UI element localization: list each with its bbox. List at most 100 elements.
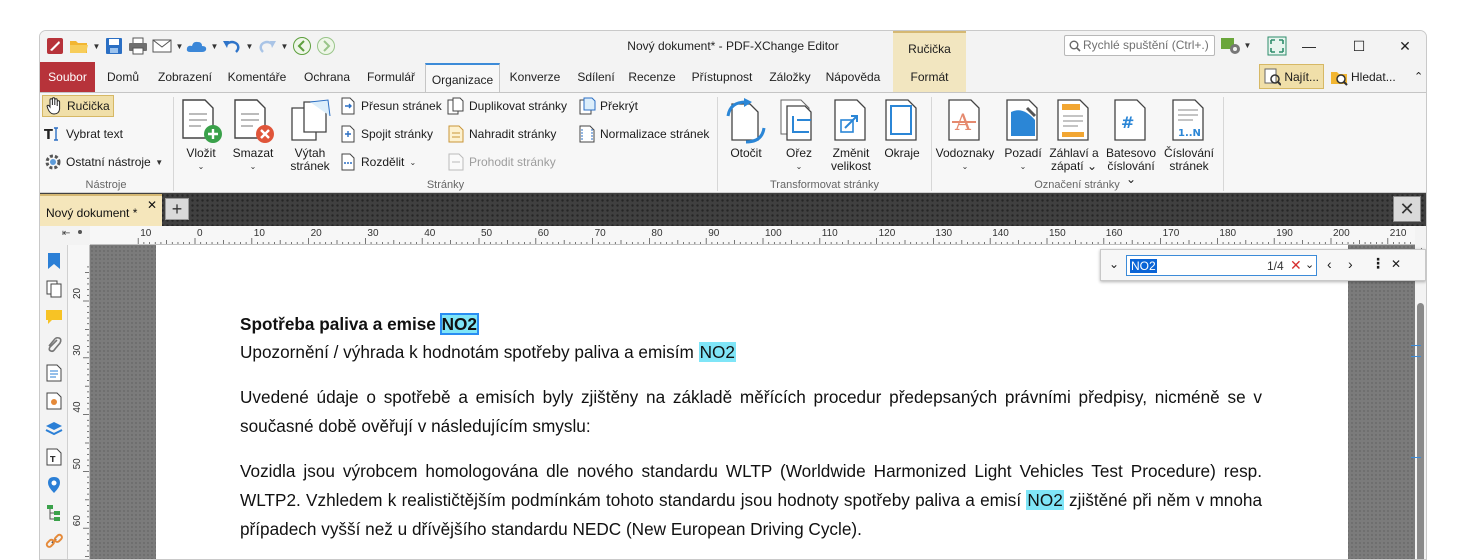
maximize-button[interactable]: ☐ [1336,31,1382,61]
tab-view[interactable]: Zobrazení [154,62,216,92]
signatures-icon[interactable] [44,391,64,411]
find-result-count: 1/4 [1267,259,1284,273]
tab-convert[interactable]: Konverze [506,62,564,92]
bates-numbering-button[interactable]: # Batesovo číslování ⌄ [1102,97,1160,186]
bookmarks-icon[interactable] [44,251,64,271]
insert-pages-button[interactable]: Vložit ⌄ [176,97,226,173]
ruler-label: 50 [72,458,83,470]
background-button[interactable]: Pozadí ⌄ [998,97,1048,173]
attachments-icon[interactable] [44,335,64,355]
destinations-icon[interactable] [44,475,64,495]
delete-label: Smazat [232,146,274,160]
split-pages-button[interactable]: Rozdělit ⌄ [339,151,417,173]
header-footer-label-2: zápatí ⌄ [1050,159,1098,173]
scrollbar-thumb[interactable] [1417,303,1424,559]
tab-help[interactable]: Nápověda [822,62,884,92]
chevron-down-icon[interactable]: ▼ [1243,41,1252,50]
ruler-label: 0 [197,228,203,239]
select-text-button[interactable]: T Vybrat text [44,123,123,145]
replace-pages-button[interactable]: Nahradit stránky [447,123,556,145]
find-button[interactable]: Najít... [1259,64,1324,89]
ruler-marker-icon [78,230,82,234]
close-find-button[interactable]: ✕ [1391,257,1401,271]
normalize-pages-button[interactable]: Normalizace stránek [578,123,709,145]
comments-icon[interactable] [44,307,64,327]
find-options-chevron-icon[interactable]: ⌄ [1109,257,1119,271]
new-tab-button[interactable]: + [165,198,189,220]
find-label: Najít... [1284,69,1319,84]
group-label-tools: Nástroje [85,179,127,191]
other-tools-button[interactable]: Ostatní nástroje ▼ [44,151,164,173]
watermark-icon: A [942,97,988,145]
tags-icon[interactable]: T [44,447,64,467]
tab-protect[interactable]: Ochrana [300,62,354,92]
chevron-down-icon: ⌄ [795,162,803,171]
more-options-icon[interactable]: ⋮ [1371,255,1385,272]
thumbnails-icon[interactable] [44,279,64,299]
tab-bookmarks[interactable]: Záložky [764,62,816,92]
find-toolbar: ⌄ NO2 1/4 ✕ ⌄ ‹ › ⋮ ✕ [1100,249,1426,281]
vertical-scrollbar[interactable]: ▲ [1415,245,1426,559]
svg-text:#: # [1121,113,1134,132]
crop-icon [776,97,822,145]
move-pages-button[interactable]: Přesun stránek [339,95,442,117]
settings-gear-icon[interactable] [1220,35,1242,57]
tab-file[interactable]: Soubor [40,62,95,92]
tab-comments[interactable]: Komentáře [224,62,290,92]
delete-pages-button[interactable]: Smazat ⌄ [228,97,278,173]
hand-tool-button[interactable]: Ručička [42,95,114,117]
ruler-label: 30 [367,228,379,239]
rotate-icon [723,97,769,145]
resize-icon [828,97,874,145]
next-result-button[interactable]: › [1348,256,1353,272]
close-window-button[interactable]: ✕ [1382,31,1426,61]
ruler-label: 30 [72,344,83,356]
page-numbering-button[interactable]: 1..N Číslování stránek [1162,97,1216,173]
search-button[interactable]: Hledat... [1326,64,1404,89]
duplicate-pages-button[interactable]: Duplikovat stránky [447,95,567,117]
content-icon[interactable] [44,363,64,383]
replace-pages-label: Nahradit stránky [469,127,557,141]
structure-icon[interactable] [44,503,64,523]
tab-review[interactable]: Recenze [626,62,678,92]
contextual-group-label: Ručička [908,42,951,56]
tab-organize[interactable]: Organizace [425,63,500,93]
extract-pages-button[interactable]: Výtah stránek [286,97,334,173]
chevron-down-icon: ⌄ [197,162,205,171]
close-tab-icon[interactable]: ✕ [147,198,157,212]
search-history-chevron-icon[interactable]: ⌄ [1305,258,1314,271]
vertical-ruler[interactable]: 20 30 40 50 60 [68,245,90,559]
tab-accessibility[interactable]: Přístupnost [686,62,758,92]
previous-result-button[interactable]: ‹ [1327,256,1332,272]
rotate-pages-button[interactable]: Otočit [721,97,771,160]
hand-tool-label: Ručička [67,99,110,113]
tab-home[interactable]: Domů [102,62,144,92]
header-footer-button[interactable]: Záhlaví a zápatí ⌄ [1048,97,1100,173]
close-all-tabs-button[interactable]: ✕ [1393,196,1421,222]
margins-button[interactable]: Okraje [878,97,926,160]
ruler-label: 60 [72,515,83,527]
ruler-origin-icon[interactable]: ⇤ [62,228,70,239]
merge-pages-button[interactable]: Spojit stránky [339,123,433,145]
layers-icon[interactable] [44,419,64,439]
document-paragraph-1: Uvedené údaje o spotřebě a emisích byly … [240,387,1262,436]
minimize-button[interactable]: — [1286,31,1332,61]
crop-pages-button[interactable]: Ořez ⌄ [775,97,823,173]
tab-share[interactable]: Sdílení [572,62,620,92]
document-tab[interactable]: Nový dokument * ✕ [40,194,162,226]
watermarks-button[interactable]: A Vodoznaky ⌄ [935,97,995,173]
resize-pages-button[interactable]: Změnit velikost [826,97,876,173]
quick-launch-input[interactable]: Rychlé spuštění (Ctrl+.) [1064,35,1215,56]
horizontal-ruler[interactable]: 10 0 10 20 30 40 50 60 70 80 90 100 110 120 130 140 150 1… [90,226,1415,245]
links-icon[interactable] [44,531,64,551]
fullscreen-icon[interactable] [1266,35,1288,57]
tab-form[interactable]: Formulář [362,62,420,92]
background-label: Pozadí [1004,146,1042,160]
collapse-ribbon-button[interactable]: ⌃ [1410,64,1426,89]
find-input[interactable]: NO2 1/4 ✕ ⌄ [1126,255,1317,276]
clear-search-icon[interactable]: ✕ [1290,257,1302,274]
ruler-label: 140 [992,228,1009,239]
split-pages-label: Rozdělit [361,155,405,169]
split-pages-icon [339,153,357,171]
overlay-pages-button[interactable]: Překrýt [578,95,638,117]
